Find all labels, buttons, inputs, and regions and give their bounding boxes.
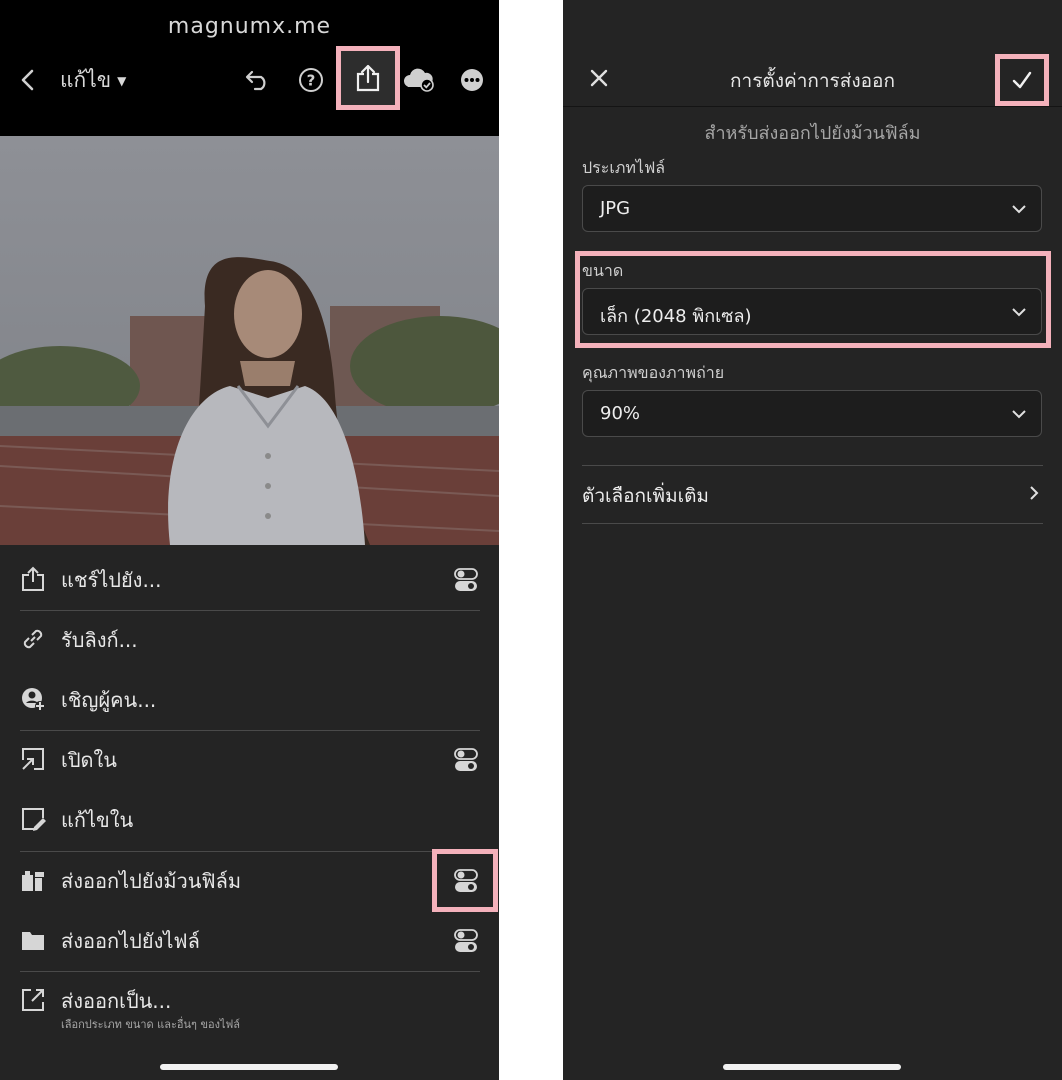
folder-icon — [22, 932, 44, 950]
menu-get-link[interactable]: รับลิงก์... — [0, 610, 499, 670]
camera-roll-icon — [22, 871, 44, 891]
home-indicator — [723, 1064, 901, 1070]
svg-text:?: ? — [307, 72, 316, 90]
caret-down-icon: ▼ — [117, 74, 127, 88]
edit-mode-label: แก้ไข — [60, 68, 112, 92]
home-indicator — [160, 1064, 338, 1070]
share-export-icon — [356, 64, 380, 92]
file-type-select[interactable]: JPG — [582, 185, 1042, 232]
file-type-value: JPG — [600, 198, 631, 219]
undo-icon[interactable] — [238, 58, 278, 102]
invite-people-icon — [22, 688, 45, 711]
export-as-icon — [22, 989, 44, 1011]
edit-in-icon — [22, 808, 46, 831]
more-icon[interactable] — [452, 58, 492, 102]
settings-toggle-icon[interactable] — [452, 567, 480, 593]
header: การตั้งค่าการส่งออก — [563, 0, 1062, 107]
settings-toggle-icon[interactable] — [452, 928, 480, 954]
more-options-label: ตัวเลือกเพิ่มเติม — [582, 485, 709, 507]
menu-invite-people[interactable]: เชิญผู้คน... — [0, 670, 499, 730]
checkmark-icon — [1012, 71, 1032, 89]
chevron-right-icon — [1030, 486, 1039, 500]
highlight-box — [575, 251, 1051, 348]
menu-sublabel: เลือกประเภท ขนาด และอื่นๆ ของไฟล์ — [61, 1018, 241, 1031]
menu-label: ส่งออกไปยังไฟล์ — [61, 929, 200, 953]
share-menu-screen: magnumx.me แก้ไข ▼ ? แชร์ไปยัง... รับลิง… — [0, 0, 499, 1080]
menu-label: แก้ไขใน — [61, 808, 134, 832]
chevron-down-icon — [1012, 205, 1026, 214]
photo-preview — [0, 136, 499, 545]
top-toolbar: magnumx.me แก้ไข ▼ ? — [0, 0, 499, 136]
quality-select[interactable]: 90% — [582, 390, 1042, 437]
menu-open-in[interactable]: เปิดใน — [0, 730, 499, 790]
open-in-icon — [22, 748, 44, 770]
share-icon — [22, 566, 44, 591]
page-title: การตั้งค่าการส่งออก — [730, 70, 895, 92]
menu-label: แชร์ไปยัง... — [61, 568, 162, 592]
highlight-box — [432, 849, 498, 912]
quality-value: 90% — [600, 403, 641, 424]
menu-label: เปิดใน — [61, 748, 117, 772]
share-export-button[interactable] — [336, 46, 400, 110]
menu-export-camera-roll[interactable]: ส่งออกไปยังม้วนฟิล์ม — [0, 851, 499, 911]
file-type-label: ประเภทไฟล์ — [582, 158, 666, 177]
menu-export-as[interactable]: ส่งออกเป็น... เลือกประเภท ขนาด และอื่นๆ … — [0, 971, 499, 1041]
more-options-row[interactable]: ตัวเลือกเพิ่มเติม — [582, 466, 1042, 522]
cloud-sync-icon[interactable] — [400, 58, 438, 102]
menu-label: รับลิงก์... — [61, 628, 138, 652]
back-icon[interactable] — [8, 58, 48, 102]
menu-label: เชิญผู้คน... — [61, 688, 157, 712]
divider — [582, 523, 1043, 524]
menu-share-to[interactable]: แชร์ไปยัง... — [0, 550, 499, 610]
chevron-down-icon — [1012, 410, 1026, 419]
quality-label: คุณภาพของภาพถ่าย — [582, 363, 725, 382]
menu-export-to-files[interactable]: ส่งออกไปยังไฟล์ — [0, 911, 499, 971]
help-icon[interactable]: ? — [291, 58, 331, 102]
confirm-button[interactable] — [995, 54, 1049, 106]
watermark-text: magnumx.me — [167, 14, 332, 39]
settings-toggle-icon[interactable] — [452, 747, 480, 773]
menu-edit-in[interactable]: แก้ไขใน — [0, 790, 499, 850]
menu-label: ส่งออกเป็น... — [61, 989, 172, 1013]
export-settings-screen: การตั้งค่าการส่งออก สำหรับส่งออกไปยังม้ว… — [563, 0, 1062, 1080]
link-icon — [23, 629, 43, 649]
subtitle: สำหรับส่งออกไปยังม้วนฟิล์ม — [704, 123, 921, 144]
edit-mode-dropdown[interactable]: แก้ไข ▼ — [60, 64, 126, 97]
menu-label: ส่งออกไปยังม้วนฟิล์ม — [61, 869, 242, 893]
